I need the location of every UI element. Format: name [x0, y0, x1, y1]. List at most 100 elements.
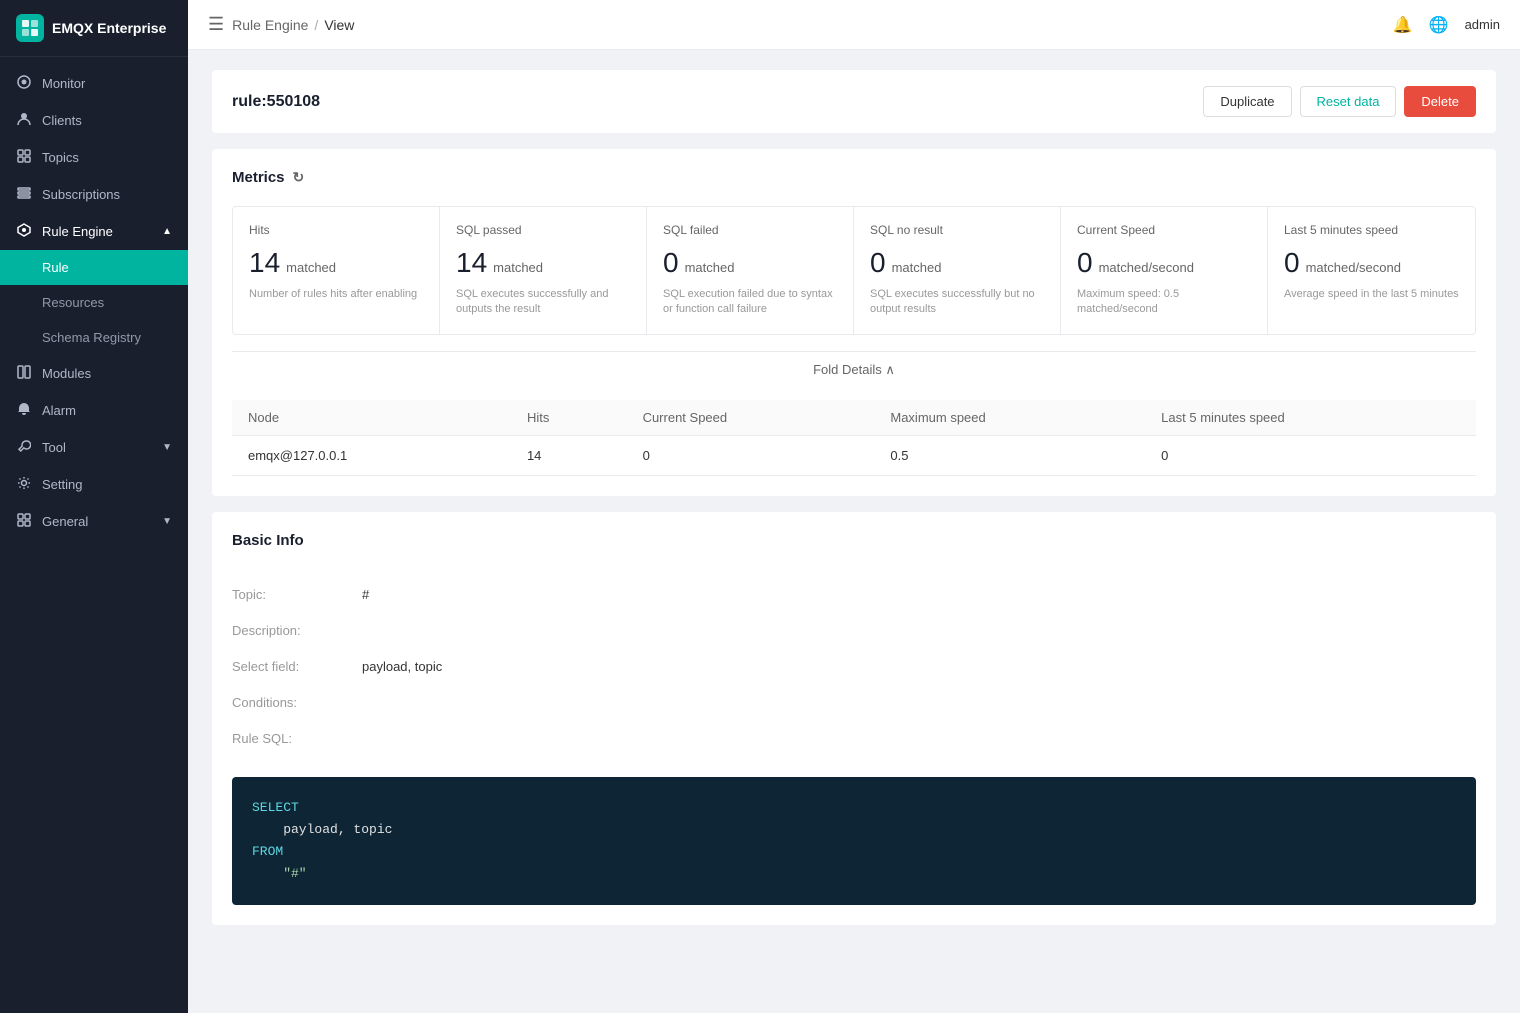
sidebar-item-topics[interactable]: Topics: [0, 139, 188, 176]
refresh-icon[interactable]: ↻: [293, 169, 305, 186]
clients-icon: [16, 112, 32, 129]
metric-last5-speed-value: 0 matched/second: [1284, 247, 1459, 279]
sidebar-item-general[interactable]: General ▼: [0, 503, 188, 540]
language-icon[interactable]: 🌐: [1429, 15, 1449, 35]
sidebar-item-monitor[interactable]: Monitor: [0, 65, 188, 102]
page-title: rule:550108: [232, 93, 320, 111]
duplicate-button[interactable]: Duplicate: [1203, 86, 1291, 117]
metric-sql-failed-unit: matched: [685, 260, 735, 275]
metric-current-speed: Current Speed 0 matched/second Maximum s…: [1061, 207, 1268, 334]
sidebar-item-clients[interactable]: Clients: [0, 102, 188, 139]
sidebar-item-label: Topics: [42, 150, 79, 165]
metric-last5-speed-unit: matched/second: [1306, 260, 1401, 275]
metric-sql-failed: SQL failed 0 matched SQL execution faile…: [647, 207, 854, 334]
sidebar-item-resources[interactable]: Resources: [0, 285, 188, 320]
code-line-4: "#": [252, 863, 1456, 885]
metric-sql-passed-number: 14: [456, 247, 487, 279]
code-line-2: payload, topic: [252, 819, 1456, 841]
fold-details-toggle[interactable]: Fold Details ∧: [232, 351, 1476, 388]
delete-button[interactable]: Delete: [1404, 86, 1476, 117]
col-current-speed: Current Speed: [627, 400, 875, 436]
code-string-topic: "#": [252, 866, 307, 881]
basic-info-card: Basic Info Topic: # Description: Select …: [212, 512, 1496, 925]
sidebar-item-subscriptions[interactable]: Subscriptions: [0, 176, 188, 213]
sidebar-item-setting[interactable]: Setting: [0, 466, 188, 503]
sidebar-item-label: Rule Engine: [42, 224, 113, 239]
info-label-topic: Topic:: [232, 587, 362, 602]
sidebar-item-label: Tool: [42, 440, 66, 455]
cell-hits: 14: [511, 435, 627, 475]
cell-max-speed: 0.5: [874, 435, 1145, 475]
metric-sql-no-result-value: 0 matched: [870, 247, 1044, 279]
info-row-description: Description:: [232, 613, 1476, 649]
info-value-select-field: payload, topic: [362, 659, 442, 674]
metric-last5-speed-number: 0: [1284, 247, 1300, 279]
cell-node: emqx@127.0.0.1: [232, 435, 511, 475]
logo-icon: [16, 14, 44, 42]
info-row-conditions: Conditions:: [232, 685, 1476, 721]
info-label-rule-sql: Rule SQL:: [232, 731, 362, 746]
sidebar-item-alarm[interactable]: Alarm: [0, 392, 188, 429]
metrics-grid: Hits 14 matched Number of rules hits aft…: [232, 206, 1476, 335]
metric-sql-no-result-unit: matched: [892, 260, 942, 275]
sidebar-item-rule[interactable]: Rule: [0, 250, 188, 285]
page-header: rule:550108 Duplicate Reset data Delete: [212, 70, 1496, 133]
logo-text: EMQX Enterprise: [52, 20, 166, 36]
metric-current-speed-label: Current Speed: [1077, 223, 1251, 237]
sidebar: EMQX Enterprise Monitor Clients Topics: [0, 0, 188, 1013]
breadcrumb-separator: /: [314, 17, 318, 33]
metric-current-speed-number: 0: [1077, 247, 1093, 279]
basic-info-grid: Topic: # Description: Select field: payl…: [232, 569, 1476, 765]
metric-hits: Hits 14 matched Number of rules hits aft…: [233, 207, 440, 334]
breadcrumb-parent[interactable]: Rule Engine: [232, 17, 308, 33]
metric-sql-failed-label: SQL failed: [663, 223, 837, 237]
modules-icon: [16, 365, 32, 382]
sidebar-item-rule-engine[interactable]: Rule Engine ▲: [0, 213, 188, 250]
code-line-1: SELECT: [252, 797, 1456, 819]
metric-hits-desc: Number of rules hits after enabling: [249, 287, 423, 302]
notification-icon[interactable]: 🔔: [1393, 15, 1413, 35]
reset-data-button[interactable]: Reset data: [1300, 86, 1397, 117]
code-value-fields: payload, topic: [252, 822, 392, 837]
sidebar-item-schema-registry[interactable]: Schema Registry: [0, 320, 188, 355]
metrics-section-title: Metrics ↻: [232, 169, 1476, 186]
monitor-icon: [16, 75, 32, 92]
chevron-up-icon: ∧: [885, 362, 895, 377]
topics-icon: [16, 149, 32, 166]
tool-icon: [16, 439, 32, 456]
sidebar-logo: EMQX Enterprise: [0, 0, 188, 57]
chevron-down-icon: ▼: [162, 442, 172, 453]
chevron-up-icon: ▲: [162, 226, 172, 237]
col-last5-speed: Last 5 minutes speed: [1145, 400, 1476, 436]
sidebar-item-label: General: [42, 514, 88, 529]
content-area: rule:550108 Duplicate Reset data Delete …: [188, 50, 1520, 1013]
metric-sql-no-result-number: 0: [870, 247, 886, 279]
breadcrumb-current: View: [324, 17, 354, 33]
code-keyword-select: SELECT: [252, 800, 299, 815]
metric-sql-no-result-desc: SQL executes successfully but no output …: [870, 287, 1044, 318]
metric-sql-passed-desc: SQL executes successfully and outputs th…: [456, 287, 630, 318]
sidebar-item-modules[interactable]: Modules: [0, 355, 188, 392]
user-label[interactable]: admin: [1465, 17, 1500, 32]
general-icon: [16, 513, 32, 530]
metric-current-speed-value: 0 matched/second: [1077, 247, 1251, 279]
metric-sql-no-result: SQL no result 0 matched SQL executes suc…: [854, 207, 1061, 334]
metric-hits-number: 14: [249, 247, 280, 279]
sidebar-item-label: Alarm: [42, 403, 76, 418]
info-row-rule-sql: Rule SQL:: [232, 721, 1476, 757]
info-value-topic: #: [362, 587, 369, 602]
cell-current-speed: 0: [627, 435, 875, 475]
menu-toggle-icon[interactable]: ☰: [208, 14, 224, 35]
main-panel: ☰ Rule Engine / View 🔔 🌐 admin rule:5501…: [188, 0, 1520, 1013]
info-row-topic: Topic: #: [232, 577, 1476, 613]
sidebar-item-label: Schema Registry: [42, 330, 141, 345]
info-label-select-field: Select field:: [232, 659, 362, 674]
metric-current-speed-unit: matched/second: [1099, 260, 1194, 275]
metrics-card: Metrics ↻ Hits 14 matched Number of rule…: [212, 149, 1496, 496]
code-line-3: FROM: [252, 841, 1456, 863]
code-keyword-from: FROM: [252, 844, 283, 859]
setting-icon: [16, 476, 32, 493]
sidebar-item-tool[interactable]: Tool ▼: [0, 429, 188, 466]
metrics-detail-table: Node Hits Current Speed Maximum speed La…: [232, 400, 1476, 476]
metric-sql-passed-label: SQL passed: [456, 223, 630, 237]
